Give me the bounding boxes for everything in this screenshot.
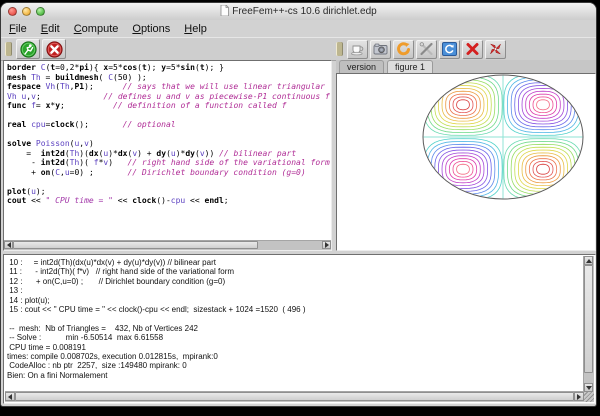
tools-button[interactable] xyxy=(416,40,437,59)
stop-button[interactable] xyxy=(42,39,66,59)
arrow-up-icon xyxy=(586,259,592,263)
arrow-right-icon-2 xyxy=(577,394,581,400)
contour-plot[interactable] xyxy=(337,74,595,250)
document-icon xyxy=(220,5,229,16)
scroll-left-button-2[interactable] xyxy=(5,392,15,401)
camera-icon xyxy=(373,42,388,56)
tools-icon xyxy=(419,42,434,56)
cup-button[interactable] xyxy=(347,40,368,59)
console-line: 10 : = int2d(Th)(dx(u)*dx(v) + dy(u)*dy(… xyxy=(7,258,583,267)
title-bar[interactable]: FreeFem++-cs 10.6 dirichlet.edp xyxy=(1,3,596,21)
scroll-right-button[interactable] xyxy=(322,241,331,249)
menu-bar: File Edit Compute Options Help xyxy=(1,20,596,38)
code-line: Vh u,v; // defines u and v as piecewise-… xyxy=(7,92,330,102)
editor-hscrollbar[interactable] xyxy=(4,240,331,250)
console-line: times: compile 0.008702s, execution 0.01… xyxy=(7,352,583,361)
window-title: FreeFem++-cs 10.6 dirichlet.edp xyxy=(1,5,596,17)
code-line: solve Poisson(u,v) xyxy=(7,139,330,149)
cup-icon xyxy=(350,42,365,56)
tab-figure-1[interactable]: figure 1 xyxy=(387,60,433,74)
console-vscrollbar[interactable] xyxy=(583,256,594,392)
arrow-right-icon xyxy=(325,242,329,248)
console-line: CodeAlloc : nb ptr 2257, size :149480 mp… xyxy=(7,361,583,370)
menu-compute[interactable]: Compute xyxy=(74,23,119,35)
plot-area[interactable] xyxy=(336,73,596,251)
refresh-button[interactable] xyxy=(439,40,460,59)
code-line: real cpu=clock(); // optional xyxy=(7,120,330,130)
code-line: border C(t=0,2*pi){ x=5*cos(t); y=5*sin(… xyxy=(7,63,330,73)
code-line: = int2d(Th)(dx(u)*dx(v) + dy(u)*dy(v)) /… xyxy=(7,149,330,159)
menu-help[interactable]: Help xyxy=(184,23,207,35)
console-hscrollbar[interactable] xyxy=(5,391,584,402)
camera-button[interactable] xyxy=(370,40,391,59)
rotate-icon xyxy=(396,42,411,56)
desktop: { "window": { "title": "FreeFem++-cs 10.… xyxy=(0,0,600,416)
code-line: cout << " CPU time = " << clock()-cpu <<… xyxy=(7,196,330,206)
main-split: border C(t=0,2*pi){ x=5*cos(t); y=5*sin(… xyxy=(1,59,596,252)
code-line xyxy=(7,111,330,121)
toolbar xyxy=(1,37,596,61)
delete-icon xyxy=(465,42,480,56)
console-line: Bien: On a fini Normalement xyxy=(7,371,583,380)
stop-icon xyxy=(46,41,63,58)
menu-edit[interactable]: Edit xyxy=(41,23,60,35)
console-line: 13 : xyxy=(7,286,583,295)
code-line xyxy=(7,177,330,187)
editor-hscroll-thumb[interactable] xyxy=(13,241,258,249)
run-icon xyxy=(20,41,37,58)
figure-tabs: versionfigure 1 xyxy=(336,60,596,74)
code-line: + on(C,u=0) ; // Dirichlet boundary cond… xyxy=(7,168,330,178)
window-title-text: FreeFem++-cs 10.6 dirichlet.edp xyxy=(232,6,377,17)
toolbar-right-group xyxy=(334,39,506,59)
scroll-left-button[interactable] xyxy=(4,241,13,249)
code-line: - int2d(Th)( f*v) // right hand side of … xyxy=(7,158,330,168)
pinwheel-icon xyxy=(488,42,503,56)
toolbar-grip[interactable] xyxy=(5,42,12,56)
console-vscroll-thumb[interactable] xyxy=(584,265,593,373)
code-text[interactable]: border C(t=0,2*pi){ x=5*cos(t); y=5*sin(… xyxy=(7,63,330,240)
code-line: fespace Vh(Th,P1); // says that we will … xyxy=(7,82,330,92)
code-line xyxy=(7,130,330,140)
figure-panel: versionfigure 1 xyxy=(336,60,596,251)
toolbar-grip-2[interactable] xyxy=(336,42,343,56)
scroll-down-button[interactable] xyxy=(584,383,593,392)
console-line: 12 : + on(C,u=0) ; // Dirichlet boundary… xyxy=(7,277,583,286)
menu-file[interactable]: File xyxy=(9,23,27,35)
code-line: plot(u); xyxy=(7,187,330,197)
console-hscroll-thumb[interactable] xyxy=(15,392,574,401)
delete-button[interactable] xyxy=(462,40,483,59)
arrow-down-icon xyxy=(586,386,592,390)
rotate-button[interactable] xyxy=(393,40,414,59)
console-line: -- Solve : min -6.50514 max 6.61558 xyxy=(7,333,583,342)
console-line xyxy=(7,314,583,323)
arrow-left-icon-2 xyxy=(8,394,12,400)
app-window: FreeFem++-cs 10.6 dirichlet.edp File Edit… xyxy=(0,2,597,407)
refresh-icon xyxy=(442,42,457,56)
arrow-left-icon xyxy=(7,242,11,248)
run-button[interactable] xyxy=(16,39,40,59)
scroll-up-button[interactable] xyxy=(584,256,593,265)
code-line: func f= x*y; // definition of a function… xyxy=(7,101,330,111)
console-output: 10 : = int2d(Th)(dx(u)*dx(v) + dy(u)*dy(… xyxy=(7,258,583,391)
toolbar-left-group xyxy=(3,39,66,59)
console-line: -- mesh: Nb of Triangles = 432, Nb of Ve… xyxy=(7,324,583,333)
console-line: CPU time = 0.008191 xyxy=(7,343,583,352)
code-line: mesh Th = buildmesh( C(50) ); xyxy=(7,73,330,83)
console-pane[interactable]: 10 : = int2d(Th)(dx(u)*dx(v) + dy(u)*dy(… xyxy=(3,254,596,404)
tab-version[interactable]: version xyxy=(339,60,384,73)
resize-grip[interactable] xyxy=(584,392,594,402)
console-line: 14 : plot(u); xyxy=(7,296,583,305)
console-line: 11 : - int2d(Th)( f*v) // right hand sid… xyxy=(7,267,583,276)
code-editor[interactable]: border C(t=0,2*pi){ x=5*cos(t); y=5*sin(… xyxy=(3,60,332,251)
pinwheel-button[interactable] xyxy=(485,40,506,59)
menu-options[interactable]: Options xyxy=(132,23,170,35)
scroll-right-button-2[interactable] xyxy=(574,392,584,401)
console-line: 15 : cout << " CPU time = " << clock()-c… xyxy=(7,305,583,314)
